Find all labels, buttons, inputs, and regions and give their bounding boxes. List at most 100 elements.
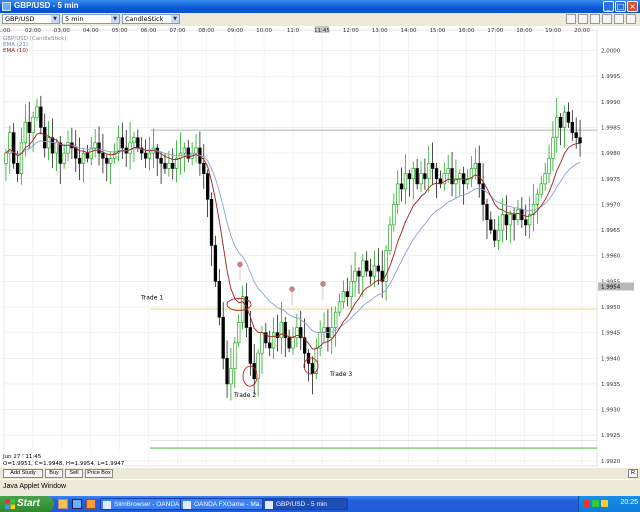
candle-body bbox=[275, 332, 280, 339]
candle-body bbox=[81, 152, 86, 164]
candle-body bbox=[481, 183, 485, 205]
candle-body bbox=[136, 137, 140, 149]
y-tick-label: 1.9920 bbox=[601, 459, 621, 465]
candle-body bbox=[562, 111, 567, 128]
window-title-bar[interactable]: GBP/USD - 5 min _ □ × bbox=[0, 0, 640, 13]
instrument-select[interactable]: GBP/USD ▼ bbox=[2, 14, 60, 24]
candle-body bbox=[128, 142, 132, 154]
candle-body bbox=[66, 142, 70, 154]
add-study-button[interactable]: Add Study bbox=[3, 469, 43, 478]
buy-button[interactable]: Buy bbox=[45, 469, 63, 478]
candle-body bbox=[361, 260, 365, 277]
y-tick-label: 1.9965 bbox=[601, 228, 621, 234]
antivirus-icon[interactable] bbox=[583, 500, 590, 507]
ohlc-info-box: Jun 27 ' 11:45 O=1.9951, C=1.9948, H=1.9… bbox=[3, 454, 125, 468]
taskbar-item-gbpusd[interactable]: GBP/USD - 5 min bbox=[262, 498, 348, 510]
reset-button[interactable]: R bbox=[628, 469, 638, 478]
candle-body bbox=[434, 168, 439, 180]
legend-ema-10: EMA (10) bbox=[3, 48, 29, 54]
candle-body bbox=[446, 168, 450, 174]
zoom-out-icon[interactable] bbox=[578, 14, 588, 24]
candle-body bbox=[330, 327, 334, 339]
candle-body bbox=[15, 163, 20, 174]
candle-body bbox=[396, 183, 400, 205]
folder-icon[interactable] bbox=[58, 499, 68, 509]
candle-body bbox=[225, 357, 229, 385]
candle-body bbox=[524, 219, 528, 226]
draw-line-icon[interactable] bbox=[590, 14, 600, 24]
system-tray: 20:25 bbox=[578, 496, 640, 512]
settings-icon[interactable] bbox=[602, 14, 612, 24]
print-icon[interactable] bbox=[614, 14, 624, 24]
interval-select[interactable]: 5 min ▼ bbox=[62, 14, 120, 24]
candle-body bbox=[559, 116, 563, 128]
candle-body bbox=[496, 229, 501, 241]
browser-icon bbox=[103, 501, 111, 509]
candle-body bbox=[237, 322, 241, 344]
help-icon[interactable] bbox=[626, 14, 636, 24]
volume-icon[interactable] bbox=[601, 500, 608, 507]
price-box-button[interactable]: Price Box bbox=[85, 469, 113, 478]
candle-body bbox=[155, 147, 159, 159]
candle-body bbox=[372, 265, 377, 277]
current-price-label: 1.9954 bbox=[601, 284, 621, 290]
y-tick-label: 1.9970 bbox=[601, 202, 621, 208]
taskbar-item-oanda[interactable]: OANDA FXGame - Ma... bbox=[180, 498, 266, 510]
candle-body bbox=[287, 337, 291, 349]
network-icon[interactable] bbox=[592, 500, 599, 507]
candle-body bbox=[477, 163, 481, 185]
start-button[interactable]: Start bbox=[0, 496, 54, 512]
taskbar: Start SlimBrowser - OANDA... OANDA FXGam… bbox=[0, 496, 640, 512]
y-tick-label: 1.9980 bbox=[601, 151, 621, 157]
minimize-button[interactable]: _ bbox=[603, 1, 614, 12]
candle-body bbox=[403, 173, 408, 190]
y-tick-label: 1.9950 bbox=[601, 305, 621, 311]
candle-body bbox=[74, 147, 78, 159]
candle-body bbox=[213, 245, 218, 282]
java-icon bbox=[265, 501, 273, 509]
candle-body bbox=[415, 168, 419, 185]
x-tick-label: 20:00 bbox=[574, 28, 590, 34]
x-tick-label: 11:0 bbox=[287, 28, 300, 34]
sell-button[interactable]: Sell bbox=[65, 469, 83, 478]
candle-body bbox=[516, 209, 520, 221]
browser-icon[interactable] bbox=[72, 499, 82, 509]
chart-canvas[interactable]: 2.0000 1.9995 1.9990 1.9985 1.9980 1.9975 1.99… bbox=[0, 26, 640, 468]
x-tick-label: 1:00 bbox=[0, 28, 11, 34]
candle-body bbox=[167, 163, 171, 169]
candle-body bbox=[504, 214, 509, 226]
taskbar-item-slimbrowser[interactable]: SlimBrowser - OANDA... bbox=[100, 498, 186, 510]
y-tick-label: 1.9930 bbox=[601, 408, 621, 414]
candle-body bbox=[85, 152, 90, 159]
trade-1-label: Trade 1 bbox=[140, 294, 163, 301]
y-tick-label: 1.9940 bbox=[601, 356, 621, 362]
price-chart[interactable]: 2.0000 1.9995 1.9990 1.9985 1.9980 1.9975 1.99… bbox=[0, 26, 640, 468]
y-tick-label: 1.9995 bbox=[601, 74, 621, 80]
candle-body bbox=[489, 219, 493, 231]
candle-body bbox=[551, 137, 555, 159]
candle-body bbox=[570, 122, 574, 133]
zoom-in-icon[interactable] bbox=[566, 14, 576, 24]
candle-body bbox=[512, 214, 516, 221]
chart-legend: GBP/USD (CandleStick) EMA (21) EMA (10) bbox=[3, 36, 66, 54]
candle-body bbox=[46, 137, 51, 149]
maximize-button[interactable]: □ bbox=[615, 1, 626, 12]
candle-body bbox=[54, 142, 59, 154]
candle-body bbox=[252, 363, 256, 380]
y-tick-label: 1.9960 bbox=[601, 254, 621, 260]
candle-body bbox=[508, 214, 512, 226]
candle-body bbox=[268, 342, 272, 349]
candle-body bbox=[357, 270, 361, 277]
clock: 20:25 bbox=[620, 499, 638, 506]
candle-body bbox=[4, 152, 8, 164]
close-button[interactable]: × bbox=[627, 1, 638, 12]
candle-body bbox=[35, 106, 39, 118]
windows-logo-icon bbox=[5, 499, 15, 509]
chart-type-select[interactable]: CandleStick ▼ bbox=[122, 14, 180, 24]
candle-body bbox=[105, 157, 109, 164]
candle-body bbox=[233, 342, 237, 369]
candle-body bbox=[39, 106, 43, 128]
y-tick-label: 1.9990 bbox=[601, 100, 621, 106]
media-icon[interactable] bbox=[86, 499, 96, 509]
candle-body bbox=[555, 116, 559, 139]
